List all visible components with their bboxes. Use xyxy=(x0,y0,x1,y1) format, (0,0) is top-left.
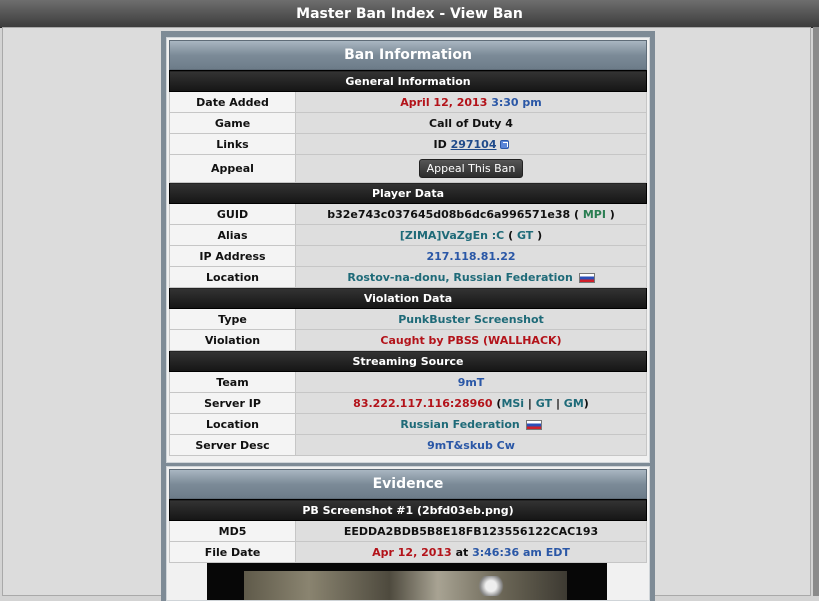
links-label: Links xyxy=(169,133,296,155)
file-date-time: 3:46:36 am EDT xyxy=(472,545,570,559)
server-msi-link[interactable]: MSi xyxy=(501,397,524,410)
file-date-date: Apr 12, 2013 xyxy=(372,545,452,559)
ip-address-value: 217.118.81.22 xyxy=(295,245,647,267)
type-value: PunkBuster Screenshot xyxy=(295,308,647,330)
table-row: File Date Apr 12, 2013 at 3:46:36 am EDT xyxy=(169,541,647,563)
date-added-label: Date Added xyxy=(169,91,296,113)
violation-value: Caught by PBSS (WALLHACK) xyxy=(295,329,647,351)
alias-label: Alias xyxy=(169,224,296,246)
server-gm-link[interactable]: GM xyxy=(564,397,584,410)
server-location-label: Location xyxy=(169,413,296,435)
player-location-label: Location xyxy=(169,266,296,288)
game-label: Game xyxy=(169,112,296,134)
evidence-panel: Evidence PB Screenshot #1 (2bfd03eb.png)… xyxy=(166,466,650,601)
table-row: Team 9mT xyxy=(169,371,647,393)
date-added-value: April 12, 2013 3:30 pm xyxy=(295,91,647,113)
alias-link[interactable]: [ZIMA]VaZgEn :C xyxy=(400,229,504,242)
guid-mpi-link[interactable]: MPI xyxy=(583,208,606,221)
server-desc-value: 9mT&skub Cw xyxy=(295,434,647,456)
table-row: GUID b32e743c037645d08b6dc6a996571e38 ( … xyxy=(169,203,647,225)
date-added-date: April 12, 2013 xyxy=(400,95,488,109)
table-row: Date Added April 12, 2013 3:30 pm xyxy=(169,91,647,113)
ban-information-panel: Ban Information General Information Date… xyxy=(166,37,650,463)
table-row: Game Call of Duty 4 xyxy=(169,112,647,134)
id-prefix: ID xyxy=(433,137,447,151)
player-location-value: Rostov-na-donu, Russian Federation xyxy=(295,266,647,288)
server-location-text: Russian Federation xyxy=(400,417,520,431)
table-row: IP Address 217.118.81.22 xyxy=(169,245,647,267)
violation-label: Violation xyxy=(169,329,296,351)
team-link[interactable]: 9mT xyxy=(458,376,485,389)
ban-id-link[interactable]: 297104 xyxy=(451,138,497,151)
page-content: Ban Information General Information Date… xyxy=(2,27,811,601)
ban-information-title: Ban Information xyxy=(169,40,647,70)
table-row: Links ID 297104 xyxy=(169,133,647,155)
screenshot-content xyxy=(244,571,567,600)
player-location-text: Rostov-na-donu, Russian Federation xyxy=(347,270,573,284)
violation-data-heading: Violation Data xyxy=(169,287,647,309)
player-data-heading: Player Data xyxy=(169,182,647,204)
guid-value: b32e743c037645d08b6dc6a996571e38 ( MPI ) xyxy=(295,203,647,225)
russia-flag-icon xyxy=(525,419,542,430)
ban-info-table: General Information Date Added April 12,… xyxy=(169,70,647,456)
links-value: ID 297104 xyxy=(295,133,647,155)
evidence-title: Evidence xyxy=(169,469,647,499)
file-date-label: File Date xyxy=(169,541,296,563)
russia-flag-icon xyxy=(578,272,595,283)
table-row: Server IP 83.222.117.116:28960 (MSi | GT… xyxy=(169,392,647,414)
table-row: Type PunkBuster Screenshot xyxy=(169,308,647,330)
server-desc-link[interactable]: 9mT&skub Cw xyxy=(427,439,515,452)
team-value: 9mT xyxy=(295,371,647,393)
appeal-label: Appeal xyxy=(169,154,296,183)
file-date-value: Apr 12, 2013 at 3:46:36 am EDT xyxy=(295,541,647,563)
table-row: Violation Caught by PBSS (WALLHACK) xyxy=(169,329,647,351)
window-title: Master Ban Index - View Ban xyxy=(0,0,819,28)
alias-gt-link[interactable]: GT xyxy=(517,229,533,242)
screenshot-heading: PB Screenshot #1 (2bfd03eb.png) xyxy=(169,499,647,521)
ip-address-link[interactable]: 217.118.81.22 xyxy=(426,250,515,263)
table-row: MD5 EEDDA2BDB5B8E18FB123556122CAC193 xyxy=(169,520,647,542)
server-ip-value: 83.222.117.116:28960 (MSi | GT | GM) xyxy=(295,392,647,414)
ip-address-label: IP Address xyxy=(169,245,296,267)
table-row: Appeal Appeal This Ban xyxy=(169,154,647,183)
game-value: Call of Duty 4 xyxy=(295,112,647,134)
pb-screenshot-image[interactable] xyxy=(207,563,607,600)
table-row: Alias [ZIMA]VaZgEn :C ( GT ) xyxy=(169,224,647,246)
team-label: Team xyxy=(169,371,296,393)
streaming-source-heading: Streaming Source xyxy=(169,350,647,372)
evidence-table: PB Screenshot #1 (2bfd03eb.png) MD5 EEDD… xyxy=(169,499,647,563)
server-desc-label: Server Desc xyxy=(169,434,296,456)
external-link-icon[interactable] xyxy=(499,140,509,149)
server-location-value: Russian Federation xyxy=(295,413,647,435)
server-ip-text: 83.222.117.116:28960 xyxy=(353,396,493,410)
type-label: Type xyxy=(169,308,296,330)
general-information-heading: General Information xyxy=(169,70,647,92)
guid-text: b32e743c037645d08b6dc6a996571e38 xyxy=(327,207,571,221)
table-row: Location Rostov-na-donu, Russian Federat… xyxy=(169,266,647,288)
date-added-time: 3:30 pm xyxy=(491,95,542,109)
server-ip-label: Server IP xyxy=(169,392,296,414)
appeal-ban-button[interactable]: Appeal This Ban xyxy=(418,159,524,178)
appeal-value: Appeal This Ban xyxy=(295,154,647,183)
table-row: Location Russian Federation xyxy=(169,413,647,435)
file-date-at: at xyxy=(455,545,469,559)
guid-label: GUID xyxy=(169,203,296,225)
md5-value: EEDDA2BDB5B8E18FB123556122CAC193 xyxy=(295,520,647,542)
md5-label: MD5 xyxy=(169,520,296,542)
alias-value: [ZIMA]VaZgEn :C ( GT ) xyxy=(295,224,647,246)
emblem-image xyxy=(476,576,506,596)
table-row: Server Desc 9mT&skub Cw xyxy=(169,434,647,456)
content-column: Ban Information General Information Date… xyxy=(161,31,655,601)
server-gt-link[interactable]: GT xyxy=(536,397,552,410)
scrollbar[interactable] xyxy=(813,27,819,596)
